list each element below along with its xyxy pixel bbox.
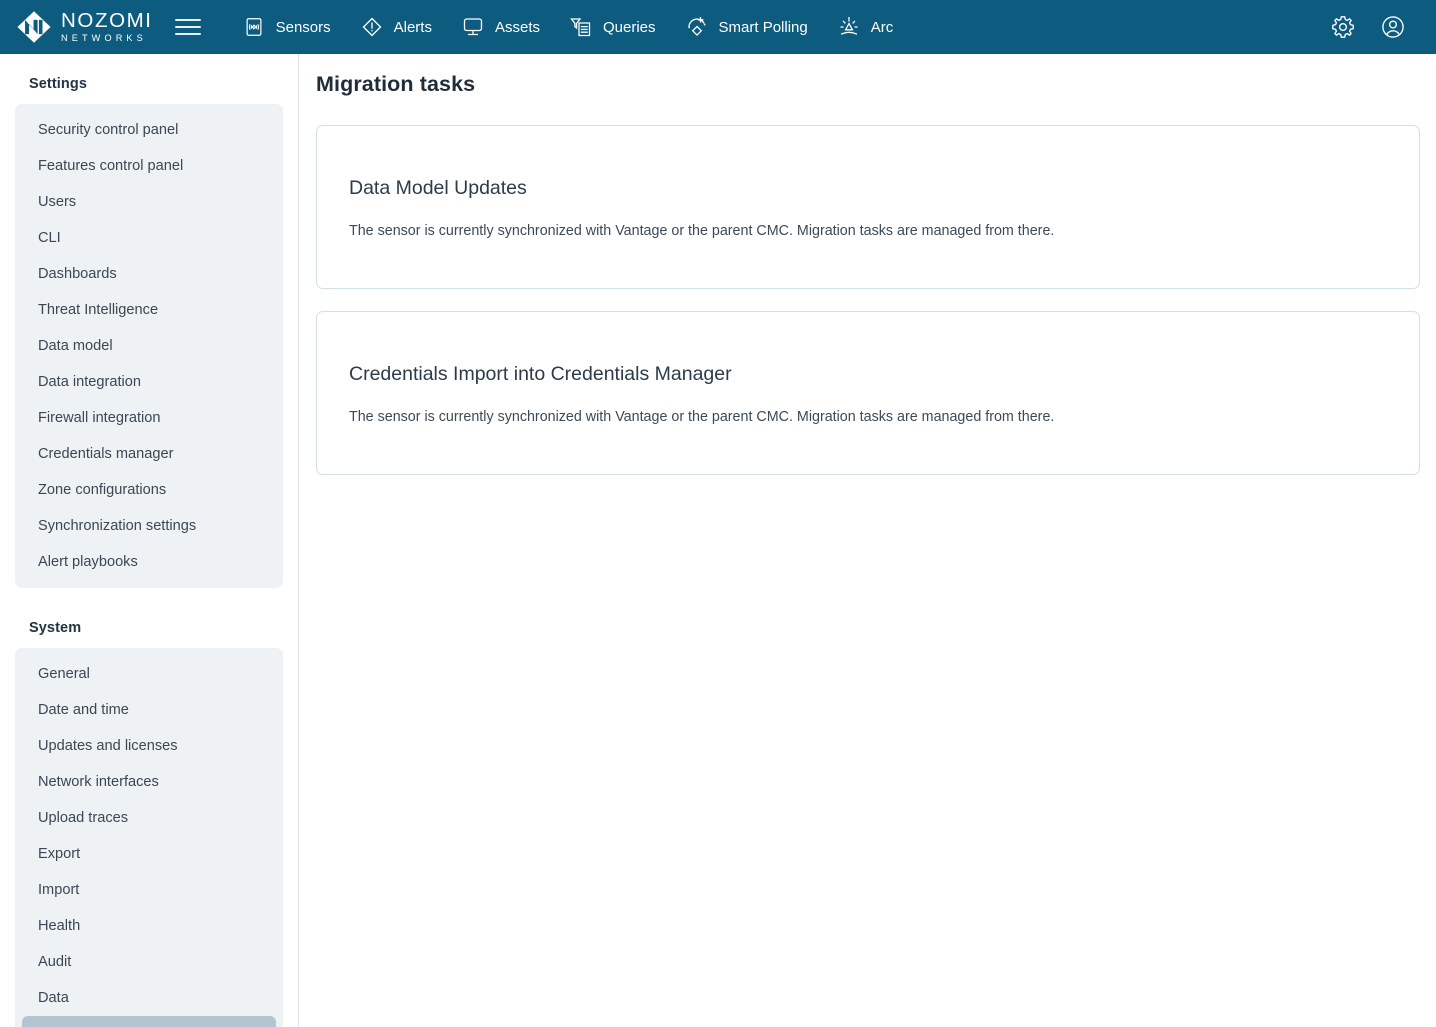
logo-name: NOZOMI [61,8,153,32]
user-account-button[interactable] [1378,12,1408,42]
sidebar-item-alert-playbooks[interactable]: Alert playbooks [22,544,276,580]
card-description: The sensor is currently synchronized wit… [349,409,1055,425]
sidebar-item-synchronization-settings[interactable]: Synchronization settings [22,508,276,544]
sidebar-item-threat-intelligence[interactable]: Threat Intelligence [22,292,276,328]
sidebar-item-firewall-integration[interactable]: Firewall integration [22,400,276,436]
settings-gear-button[interactable] [1328,12,1358,42]
card-title: Data Model Updates [349,177,527,199]
sidebar-item-security-control-panel[interactable]: Security control panel [22,112,276,148]
nav-label-assets: Assets [494,18,540,36]
nav-item-assets[interactable]: Assets [446,0,554,54]
user-account-icon [1382,16,1404,38]
sidebar-item-health[interactable]: Health [22,908,276,944]
sidebar-item-date-and-time[interactable]: Date and time [22,692,276,728]
page-body: Settings Security control panel Features… [0,54,1436,1027]
sidebar-item-users[interactable]: Users [22,184,276,220]
nozomi-logo-icon [16,10,52,44]
sensors-icon [241,14,267,40]
sidebar-item-general[interactable]: General [22,656,276,692]
sidebar-heading-system: System [29,620,82,636]
alerts-icon [359,14,385,40]
sidebar-item-cli[interactable]: CLI [22,220,276,256]
main-content: Migration tasks Data Model Updates The s… [299,54,1436,1027]
sidebar-item-data-integration[interactable]: Data integration [22,364,276,400]
hamburger-line [174,19,201,21]
nav-label-arc: Arc [870,18,894,36]
logo-wordmark: NOZOMI NETWORKS [61,8,153,44]
hamburger-line [174,33,201,35]
sidebar-item-features-control-panel[interactable]: Features control panel [22,148,276,184]
sidebar-item-updates-and-licenses[interactable]: Updates and licenses [22,728,276,764]
sidebar-group-settings: Security control panel Features control … [15,104,283,588]
nav-item-queries[interactable]: Queries [554,0,670,54]
card-title: Credentials Import into Credentials Mana… [349,363,732,385]
sidebar-heading-settings: Settings [29,76,87,92]
sidebar-item-credentials-manager[interactable]: Credentials manager [22,436,276,472]
nav-item-arc[interactable]: Arc [822,0,908,54]
nav-label-queries: Queries [602,18,656,36]
sidebar-item-upload-traces[interactable]: Upload traces [22,800,276,836]
nav-item-smart-polling[interactable]: Smart Polling [670,0,822,54]
sidebar-item-dashboards[interactable]: Dashboards [22,256,276,292]
sidebar-item-export[interactable]: Export [22,836,276,872]
sidebar-item-migration-tasks[interactable]: Migration tasks [22,1016,276,1027]
nav-label-smart-polling: Smart Polling [718,18,808,36]
sidebar-item-audit[interactable]: Audit [22,944,276,980]
nav-label-alerts: Alerts [393,18,432,36]
arc-icon [836,14,862,40]
sidebar-item-data-model[interactable]: Data model [22,328,276,364]
logo-subtitle: NETWORKS [61,32,147,43]
primary-navigation: Sensors Alerts Assets Queries Smart Poll… [227,0,908,54]
sidebar-item-network-interfaces[interactable]: Network interfaces [22,764,276,800]
sidebar-item-zone-configurations[interactable]: Zone configurations [22,472,276,508]
page-title: Migration tasks [316,72,476,96]
sidebar-group-system: General Date and time Updates and licens… [15,648,283,1027]
sidebar-item-data[interactable]: Data [22,980,276,1016]
nozomi-networks-logo[interactable]: NOZOMI NETWORKS [16,10,153,44]
smart-polling-icon [684,14,710,40]
card-description: The sensor is currently synchronized wit… [349,223,1055,239]
queries-icon [568,14,594,40]
hamburger-line [174,26,201,28]
top-header-bar: NOZOMI NETWORKS Sensors Alerts Assets Qu… [0,0,1436,54]
settings-sidebar: Settings Security control panel Features… [0,54,299,1027]
gear-icon [1332,16,1354,38]
nav-label-sensors: Sensors [275,18,331,36]
hamburger-menu-icon[interactable] [174,12,205,42]
sidebar-item-import[interactable]: Import [22,872,276,908]
nav-item-sensors[interactable]: Sensors [227,0,345,54]
application-window: NOZOMI NETWORKS Sensors Alerts Assets Qu… [0,0,1436,1027]
card-data-model-updates: Data Model Updates The sensor is current… [316,125,1420,289]
assets-icon [460,14,486,40]
header-actions [1328,12,1422,42]
nav-item-alerts[interactable]: Alerts [345,0,446,54]
card-credentials-import: Credentials Import into Credentials Mana… [316,311,1420,475]
